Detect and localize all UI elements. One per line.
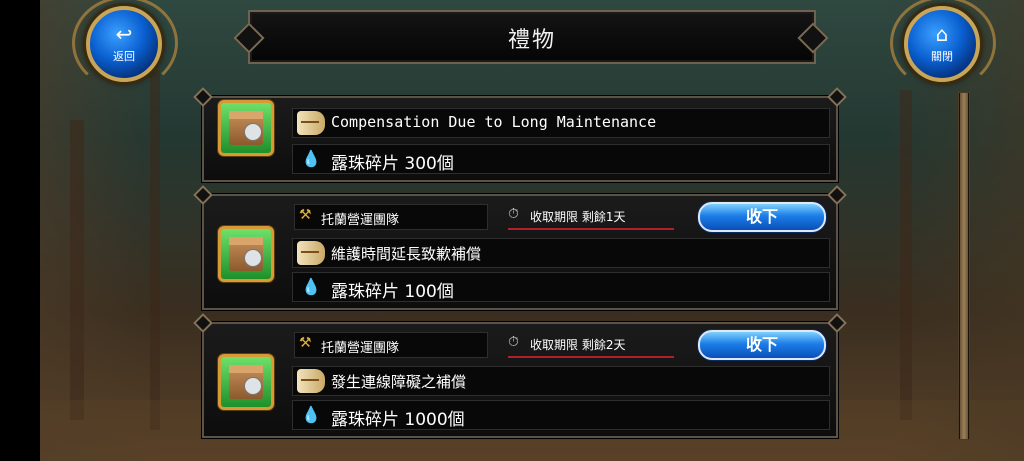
home-icon: ⌂ [935, 22, 949, 46]
gift-title-row: Compensation Due to Long Maintenance [292, 108, 830, 138]
gift-box-icon [218, 100, 274, 156]
gift-item: Compensation Due to Long Maintenance 💧 露… [202, 96, 838, 182]
expiry-row: ⏱ 收取期限 剩餘2天 [508, 332, 674, 358]
gift-title: 維護時間延長致歉補償 [331, 245, 482, 263]
close-button[interactable]: ⌂ 關閉 [904, 6, 980, 82]
gift-reward: 露珠碎片 300個 [331, 154, 454, 174]
water-drops-icon: 💧 [301, 405, 321, 424]
sender-row: ⚒ 托蘭營運團隊 [294, 204, 488, 230]
back-button-label: 返回 [113, 50, 135, 63]
scroll-icon [297, 111, 325, 135]
left-black-bar [0, 0, 40, 461]
scroll-icon [297, 241, 325, 265]
stopwatch-icon: ⏱ [508, 206, 519, 222]
sender-name: 托蘭營運團隊 [321, 213, 400, 228]
back-button[interactable]: ↩ 返回 [86, 6, 162, 82]
gift-box-icon [218, 354, 274, 410]
gift-reward: 露珠碎片 100個 [331, 282, 454, 302]
gift-item: ⚒ 托蘭營運團隊 ⏱ 收取期限 剩餘1天 收下 維護時間延長致歉補償 💧 露珠碎… [202, 194, 838, 310]
sender-name: 托蘭營運團隊 [321, 341, 400, 356]
scroll-icon [297, 369, 325, 393]
gift-title-row: 維護時間延長致歉補償 [292, 238, 830, 268]
header-bar: 禮物 [248, 10, 816, 64]
list-scrollbar[interactable] [958, 92, 970, 440]
claim-button[interactable]: 收下 [698, 330, 826, 360]
gift-reward: 露珠碎片 1000個 [331, 410, 465, 430]
stopwatch-icon: ⏱ [508, 334, 519, 350]
water-drops-icon: 💧 [301, 277, 321, 296]
gift-title: Compensation Due to Long Maintenance [331, 113, 657, 131]
gift-reward-row: 💧 露珠碎片 300個 [292, 144, 830, 174]
gift-box-icon [218, 226, 274, 282]
gift-title: 發生連線障礙之補償 [331, 373, 467, 391]
gift-reward-row: 💧 露珠碎片 100個 [292, 272, 830, 302]
gift-reward-row: 💧 露珠碎片 1000個 [292, 400, 830, 430]
expiry-text: 收取期限 剩餘2天 [530, 338, 626, 352]
water-drops-icon: 💧 [301, 149, 321, 168]
return-arrow-icon: ↩ [115, 22, 133, 46]
scrollbar-thumb[interactable] [960, 93, 968, 439]
close-button-label: 關閉 [931, 50, 953, 63]
crossed-tools-icon: ⚒ [299, 335, 312, 351]
gift-item: ⚒ 托蘭營運團隊 ⏱ 收取期限 剩餘2天 收下 發生連線障礙之補償 💧 露珠碎片… [202, 322, 838, 438]
claim-button[interactable]: 收下 [698, 202, 826, 232]
gift-title-row: 發生連線障礙之補償 [292, 366, 830, 396]
expiry-row: ⏱ 收取期限 剩餘1天 [508, 204, 674, 230]
crossed-tools-icon: ⚒ [299, 207, 312, 223]
sender-row: ⚒ 托蘭營運團隊 [294, 332, 488, 358]
page-title: 禮物 [507, 28, 556, 53]
expiry-text: 收取期限 剩餘1天 [530, 210, 626, 224]
